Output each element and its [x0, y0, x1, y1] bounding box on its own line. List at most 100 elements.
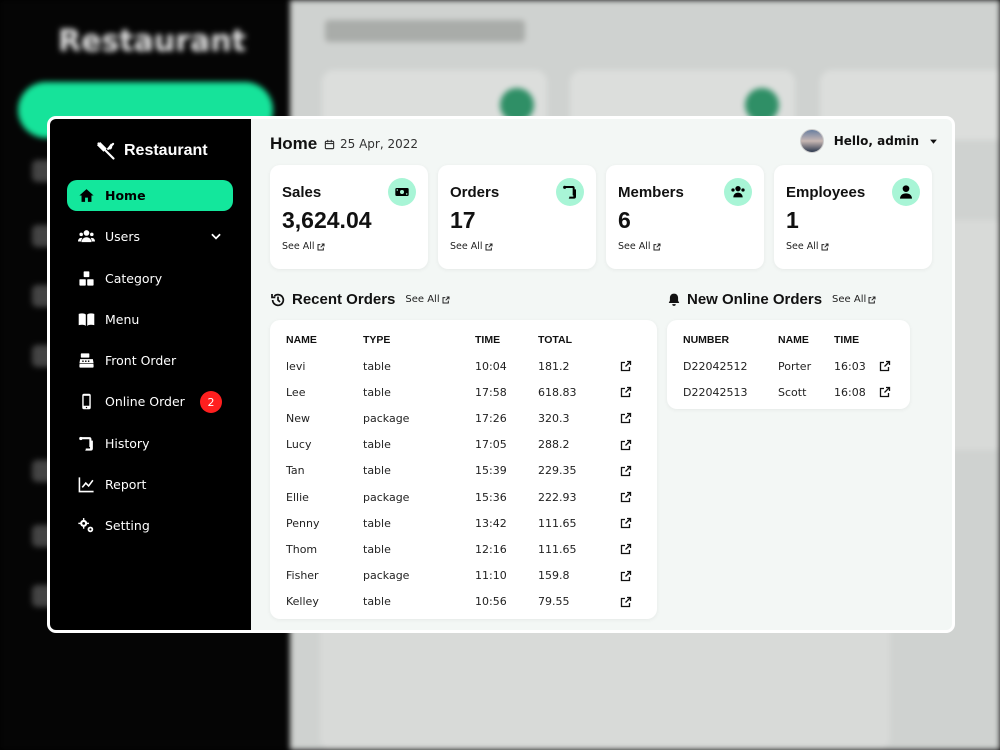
order-time: 15:36 — [475, 490, 507, 504]
sidebar: Restaurant Home Users Category Menu Fron… — [50, 119, 251, 630]
sidebar-item-label: Users — [105, 229, 141, 245]
page-title: Home — [270, 134, 318, 153]
table-row[interactable]: D22042512 Porter 16:03 — [683, 353, 895, 379]
category-icon — [77, 269, 95, 287]
order-type: table — [363, 438, 391, 452]
table-row[interactable]: Ellie package 15:36 222.93 — [286, 484, 648, 510]
section-title: New Online Orders — [687, 291, 823, 308]
brand[interactable]: Restaurant — [96, 141, 208, 161]
see-all-link[interactable]: See All — [786, 241, 829, 252]
avatar[interactable] — [799, 129, 824, 153]
chevron-down-icon[interactable] — [209, 229, 223, 243]
external-link-icon[interactable] — [620, 439, 632, 451]
see-all-link[interactable]: See All — [450, 241, 493, 252]
see-all-link[interactable]: See All — [282, 241, 325, 252]
sidebar-item-category[interactable]: Category — [67, 263, 233, 294]
external-link-icon[interactable] — [620, 412, 632, 424]
stat-card-members: Members 6 See All — [606, 165, 764, 269]
brand-name: Restaurant — [124, 142, 208, 159]
sidebar-item-users[interactable]: Users — [67, 221, 233, 252]
external-link-icon[interactable] — [879, 386, 891, 398]
main-content: Home 25 Apr, 2022 Hello, admin Sales 3,6… — [251, 119, 952, 630]
see-all-link[interactable]: See All — [832, 294, 876, 305]
table-row[interactable]: Kelley table 10:56 79.55 — [286, 589, 648, 615]
table-row[interactable]: D22042513 Scott 16:08 — [683, 379, 895, 405]
open-order-cell — [620, 353, 648, 379]
cash-register-icon — [77, 352, 95, 370]
user-menu[interactable]: Hello, admin — [799, 129, 938, 153]
order-name: levi — [286, 359, 306, 373]
caret-down-icon[interactable] — [929, 137, 938, 146]
employee-icon — [892, 178, 920, 206]
date-text: 25 Apr, 2022 — [340, 137, 419, 151]
notification-badge: 2 — [200, 391, 222, 414]
external-link-icon — [653, 243, 661, 250]
receipt-icon — [556, 178, 584, 206]
external-link-icon[interactable] — [620, 570, 632, 582]
open-order-cell — [620, 432, 648, 458]
order-type: package — [363, 490, 410, 504]
external-link-icon[interactable] — [620, 491, 632, 503]
sidebar-item-history[interactable]: History — [67, 428, 233, 459]
order-time: 15:39 — [475, 464, 507, 478]
order-time: 12:16 — [475, 542, 507, 556]
table-row[interactable]: Fisher package 11:10 159.8 — [286, 563, 648, 589]
order-total: 222.93 — [538, 490, 577, 504]
order-time: 17:05 — [475, 438, 507, 452]
order-type: table — [363, 595, 391, 609]
order-total: 111.65 — [538, 516, 577, 530]
column-header — [879, 327, 895, 353]
open-order-cell — [879, 379, 895, 405]
table-row[interactable]: Penny table 13:42 111.65 — [286, 510, 648, 536]
external-link-icon — [868, 296, 876, 303]
order-type: table — [363, 516, 391, 530]
open-order-cell — [620, 458, 648, 484]
external-link-icon[interactable] — [620, 517, 632, 529]
table-row[interactable]: New package 17:26 320.3 — [286, 405, 648, 431]
external-link-icon[interactable] — [879, 360, 891, 372]
sidebar-item-online-order[interactable]: Online Order 2 — [67, 386, 233, 417]
stat-value: 3,624.04 — [282, 207, 372, 233]
order-total: 288.2 — [538, 438, 570, 452]
sidebar-item-setting[interactable]: Setting — [67, 510, 233, 541]
table-row[interactable]: Lucy table 17:05 288.2 — [286, 432, 648, 458]
stat-value: 1 — [786, 207, 799, 233]
table-header-row: NUMBER NAME TIME — [683, 327, 895, 353]
online-orders-table: NUMBER NAME TIME D22042512 Porter 16:03 D22… — [683, 327, 895, 405]
table-row[interactable]: levi table 10:04 181.2 — [286, 353, 648, 379]
table-row[interactable]: Lee table 17:58 618.83 — [286, 379, 648, 405]
sidebar-item-report[interactable]: Report — [67, 469, 233, 500]
see-all-link[interactable]: See All — [618, 241, 661, 252]
stat-value: 6 — [618, 207, 631, 233]
external-link-icon[interactable] — [620, 360, 632, 372]
external-link-icon[interactable] — [620, 386, 632, 398]
sidebar-item-menu[interactable]: Menu — [67, 304, 233, 335]
external-link-icon[interactable] — [620, 465, 632, 477]
table-row[interactable]: Tan table 15:39 229.35 — [286, 458, 648, 484]
link-text: See All — [405, 294, 440, 305]
open-order-cell — [620, 510, 648, 536]
link-text: See All — [832, 294, 867, 305]
section-title: Recent Orders — [292, 291, 396, 308]
column-header: TIME — [475, 334, 501, 346]
order-type: table — [363, 359, 391, 373]
sidebar-item-home[interactable]: Home — [67, 180, 233, 211]
stat-label: Sales — [282, 184, 322, 201]
order-total: 79.55 — [538, 595, 570, 609]
order-name: Porter — [778, 359, 812, 373]
external-link-icon — [821, 243, 829, 250]
online-orders-panel: NUMBER NAME TIME D22042512 Porter 16:03 D22… — [667, 320, 910, 409]
order-number: D22042512 — [683, 359, 748, 373]
table-header-row: NAME TYPE TIME TOTAL — [286, 327, 648, 353]
user-greeting: Hello, admin — [833, 134, 919, 148]
table-row[interactable]: Thom table 12:16 111.65 — [286, 536, 648, 562]
recent-orders-table: NAME TYPE TIME TOTAL levi table 10:04 181.2… — [286, 327, 648, 615]
scroll-icon — [77, 434, 95, 452]
external-link-icon[interactable] — [620, 596, 632, 608]
open-order-cell — [620, 484, 648, 510]
sidebar-item-front-order[interactable]: Front Order — [67, 345, 233, 376]
order-name: Fisher — [286, 569, 319, 583]
external-link-icon[interactable] — [620, 543, 632, 555]
stat-card-employees: Employees 1 See All — [774, 165, 932, 269]
see-all-link[interactable]: See All — [405, 294, 450, 305]
